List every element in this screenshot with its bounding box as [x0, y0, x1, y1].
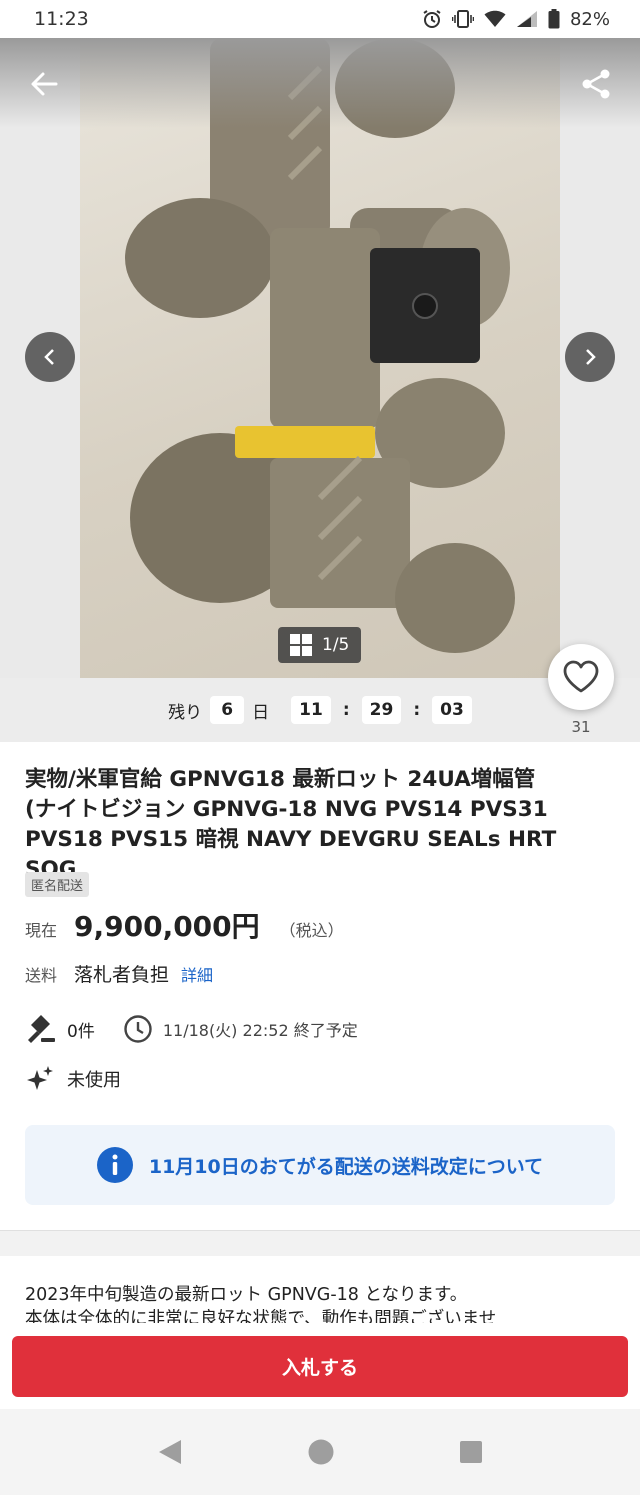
favorite-button[interactable]: [548, 644, 614, 710]
item-title-line: (ナイトビジョン GPNVG-18 NVG PVS14 PVS31: [25, 797, 548, 822]
section-divider: [0, 1230, 640, 1256]
timer-prefix: 残り: [168, 702, 203, 723]
signal-icon: [516, 11, 537, 27]
bid-count-text: 0件: [67, 1021, 95, 1042]
favorite-widget: 31: [548, 644, 614, 736]
timer-minutes: 29: [361, 696, 402, 724]
vibrate-icon: [451, 10, 474, 28]
bid-footer: 入札する: [0, 1325, 640, 1409]
alarm-icon: [423, 10, 441, 28]
description-line: 2023年中旬製造の最新ロット GPNVG-18 となります。: [25, 1285, 468, 1305]
sparkle-icon: [27, 1066, 53, 1090]
item-title-line: PVS18 PVS15 暗視 NAVY DEVGRU SEALs HRT SOG: [25, 827, 557, 882]
grid-icon: [290, 634, 312, 656]
auction-meta: 0件 11/18(火) 22:52 終了予定: [25, 1014, 358, 1044]
gallery-next-button[interactable]: [565, 332, 615, 382]
chevron-right-icon: [586, 349, 596, 365]
share-icon: [582, 69, 610, 99]
timer-seconds: 03: [432, 696, 472, 724]
timer-hours: 11: [291, 696, 331, 724]
system-nav-bar: [0, 1409, 640, 1495]
info-icon: [96, 1147, 133, 1183]
image-gallery[interactable]: 1/5: [0, 38, 640, 678]
battery-level: 82%: [569, 8, 610, 30]
end-time: 11/18(火) 22:52 終了予定: [123, 1014, 358, 1044]
bid-button[interactable]: 入札する: [12, 1336, 628, 1397]
wifi-icon: [484, 10, 506, 27]
battery-icon: [548, 9, 560, 29]
countdown-timer: 残り 6 日 11 : 29 : 03: [0, 678, 640, 742]
gavel-icon: [28, 1015, 55, 1043]
timer-separator: :: [413, 700, 421, 720]
status-bar: 11:23 82%: [0, 0, 640, 38]
status-icons: 82%: [422, 9, 610, 30]
shipping-fee-notice[interactable]: 11月10日のおてがる配送の送料改定について: [25, 1125, 615, 1205]
price-row: 現在 9,900,000円 （税込）: [25, 905, 344, 945]
notice-text: 11月10日のおてがる配送の送料改定について: [148, 1155, 544, 1178]
status-time: 11:23: [34, 8, 89, 30]
favorite-count: 31: [571, 718, 591, 736]
item-title: 実物/米軍官給 GPNVG18 最新ロット 24UA増幅管 (ナイトビジョン G…: [25, 765, 605, 885]
clock-icon: [124, 1015, 152, 1043]
current-price: 9,900,000円: [74, 910, 260, 943]
share-button[interactable]: [578, 66, 614, 102]
timer-days: 6: [210, 696, 245, 724]
item-description: 2023年中旬製造の最新ロット GPNVG-18 となります。 本体は全体的に非…: [25, 1283, 625, 1323]
chevron-left-icon: [44, 349, 54, 365]
price-label: 現在: [25, 921, 58, 940]
timer-day-unit: 日: [252, 702, 270, 723]
arrow-left-icon: [31, 72, 58, 96]
gallery-prev-button[interactable]: [25, 332, 75, 382]
gallery-counter[interactable]: 1/5: [278, 627, 362, 663]
shipping-details-link[interactable]: 詳細: [181, 962, 213, 986]
timer-separator: :: [342, 700, 350, 720]
nav-recents-icon[interactable]: [459, 1440, 483, 1464]
item-title-line: 実物/米軍官給 GPNVG18 最新ロット 24UA増幅管: [25, 767, 536, 792]
shipping-row: 送料 落札者負担 詳細: [25, 960, 213, 987]
description-line: 本体は全体的に非常に良好な状態で、動作も問題ございませ: [25, 1309, 497, 1323]
tax-note: （税込）: [279, 921, 344, 940]
product-photo[interactable]: [80, 38, 560, 678]
back-button[interactable]: [26, 66, 62, 102]
anonymous-shipping-badge: 匿名配送: [25, 872, 90, 897]
heart-icon: [563, 660, 599, 693]
nav-home-icon[interactable]: [307, 1438, 335, 1466]
item-condition: 未使用: [25, 1064, 121, 1094]
shipping-label: 送料: [25, 966, 58, 985]
nav-back-icon[interactable]: [157, 1438, 183, 1466]
bid-count: 0件: [25, 1014, 95, 1044]
shipping-value: 落札者負担: [74, 964, 170, 986]
header-shade: [0, 38, 640, 128]
end-time-text: 11/18(火) 22:52 終了予定: [162, 1021, 358, 1040]
gallery-counter-text: 1/5: [322, 635, 350, 655]
condition-text: 未使用: [67, 1070, 121, 1091]
